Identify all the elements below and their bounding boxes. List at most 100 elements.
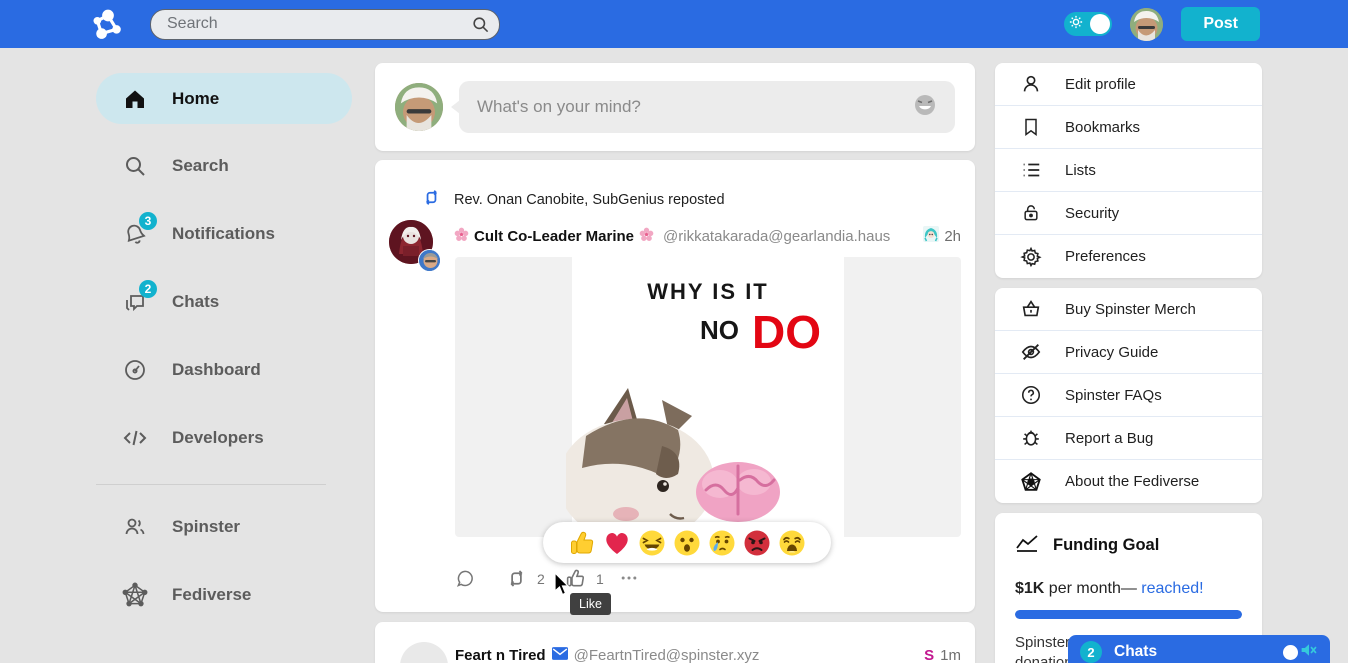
spinster-app: Post Home Search — [0, 0, 1348, 663]
question-circle-icon — [1019, 383, 1043, 407]
list-icon — [1019, 158, 1043, 182]
repost-note: Rev. Onan Canobite, SubGenius reposted — [422, 188, 725, 211]
sidebar-item-chats[interactable]: 2 Chats — [96, 278, 352, 326]
menu-item-faqs[interactable]: Spinster FAQs — [995, 374, 1262, 417]
sidebar-item-dashboard[interactable]: Dashboard — [96, 346, 352, 394]
heart-emoji[interactable] — [603, 529, 631, 557]
post-button[interactable]: Post — [1181, 7, 1260, 41]
thumbs-up-emoji[interactable] — [568, 529, 596, 557]
menu-item-preferences[interactable]: Preferences — [995, 235, 1262, 278]
meme-text-line1: WHY IS IT — [572, 279, 844, 305]
theme-toggle[interactable] — [1064, 12, 1112, 36]
funding-progress-fill — [1015, 610, 1242, 619]
sidebar-item-search[interactable]: Search — [96, 142, 352, 190]
next-post-timestamp[interactable]: 1m — [940, 647, 961, 663]
menu-item-edit-profile[interactable]: Edit profile — [995, 63, 1262, 106]
speaker-muted-icon — [1300, 642, 1318, 663]
bell-icon: 3 — [122, 221, 148, 247]
instance-badge-icon: S — [924, 647, 934, 663]
info-menu: Buy Spinster Merch Privacy Guide Spins — [995, 288, 1262, 503]
menu-item-label: Bookmarks — [1065, 119, 1140, 136]
next-post-avatar[interactable] — [400, 642, 448, 663]
repost-button[interactable]: 2 — [506, 568, 545, 589]
meme-text-line2: NO — [700, 315, 739, 346]
menu-item-label: Edit profile — [1065, 76, 1136, 93]
crying-emoji[interactable] — [708, 529, 736, 557]
reaction-picker — [543, 522, 831, 563]
post-timestamp[interactable]: 2h — [944, 228, 961, 245]
menu-item-bookmarks[interactable]: Bookmarks — [995, 106, 1262, 149]
menu-item-report-bug[interactable]: Report a Bug — [995, 417, 1262, 460]
sidebar-item-label: Notifications — [172, 224, 275, 244]
chats-sound-toggle[interactable] — [1283, 642, 1318, 663]
sidebar-item-developers[interactable]: Developers — [96, 414, 352, 462]
composer-placeholder: What's on your mind? — [477, 97, 913, 117]
funding-goal-line: $1K per month— reached! — [1015, 580, 1242, 598]
chat-bubbles-icon: 2 — [122, 289, 148, 315]
current-user-avatar[interactable] — [1130, 8, 1163, 41]
next-post-header: Feart n Tired @FeartnTired@spinster.xyz … — [455, 647, 961, 663]
like-button[interactable]: 1 — [565, 568, 604, 589]
emoji-picker-icon[interactable] — [913, 93, 937, 122]
menu-item-privacy-guide[interactable]: Privacy Guide — [995, 331, 1262, 374]
post-media[interactable]: WHY IS IT NO DO — [455, 257, 961, 537]
next-post-card[interactable]: Feart n Tired @FeartnTired@spinster.xyz … — [375, 622, 975, 663]
post-actions: 2 1 — [375, 564, 975, 604]
menu-item-about-fediverse[interactable]: About the Fediverse — [995, 460, 1262, 503]
reposter-mini-avatar[interactable] — [418, 249, 441, 272]
sidebar-item-home[interactable]: Home — [96, 73, 352, 124]
funding-reached-link[interactable]: reached! — [1141, 580, 1203, 597]
fediverse-icon — [122, 582, 148, 608]
composer-avatar[interactable] — [395, 83, 443, 131]
search-input[interactable] — [150, 9, 500, 40]
eye-slash-icon — [1019, 340, 1043, 364]
person-icon — [1019, 72, 1043, 96]
post-author-name[interactable]: Cult Co-Leader Marine — [474, 228, 634, 245]
menu-item-lists[interactable]: Lists — [995, 149, 1262, 192]
search-icon[interactable] — [471, 15, 490, 39]
sun-icon — [1069, 15, 1083, 34]
miku-custom-emoji-icon — [923, 226, 939, 246]
sidebar-divider — [96, 484, 326, 485]
sidebar-item-spinster[interactable]: Spinster — [96, 503, 352, 551]
composer-input[interactable]: What's on your mind? — [459, 81, 955, 133]
speedometer-icon — [122, 357, 148, 383]
weary-emoji[interactable] — [778, 529, 806, 557]
angry-emoji[interactable] — [743, 529, 771, 557]
menu-item-label: Lists — [1065, 162, 1096, 179]
post-card[interactable]: Rev. Onan Canobite, SubGenius reposted — [375, 160, 975, 612]
spinster-logo-icon[interactable] — [90, 7, 130, 41]
post-author-handle[interactable]: @rikkatakarada@gearlandia.haus — [663, 228, 890, 245]
account-menu: Edit profile Bookmarks Lists — [995, 63, 1262, 278]
menu-item-buy-merch[interactable]: Buy Spinster Merch — [995, 288, 1262, 331]
surprised-emoji[interactable] — [673, 529, 701, 557]
next-post-author-handle[interactable]: @FeartnTired@spinster.xyz — [574, 647, 760, 663]
sidebar-item-label: Home — [172, 89, 219, 109]
sidebar-item-label: Chats — [172, 292, 219, 312]
sound-toggle-knob — [1283, 645, 1298, 660]
cherry-blossom-icon — [454, 227, 469, 246]
more-options-button[interactable] — [618, 568, 640, 588]
code-icon — [122, 425, 148, 451]
sidebar-item-label: Dashboard — [172, 360, 261, 380]
chats-unread-badge: 2 — [1080, 641, 1102, 663]
chats-panel-bar[interactable]: 2 Chats — [1068, 635, 1330, 663]
header-search — [150, 9, 500, 40]
sidebar-item-notifications[interactable]: 3 Notifications — [96, 210, 352, 258]
menu-item-security[interactable]: Security — [995, 192, 1262, 235]
like-count: 1 — [596, 571, 604, 587]
brain-illustration — [692, 454, 784, 531]
sidebar-item-fediverse[interactable]: Fediverse — [96, 571, 352, 619]
reply-button[interactable] — [455, 568, 475, 588]
sidebar-item-label: Search — [172, 156, 229, 176]
laughing-emoji[interactable] — [638, 529, 666, 557]
basket-icon — [1019, 297, 1043, 321]
funding-title: Funding Goal — [1053, 536, 1159, 555]
chats-panel-label: Chats — [1114, 643, 1157, 661]
sidebar-item-label: Developers — [172, 428, 264, 448]
composer-card: What's on your mind? — [375, 63, 975, 151]
lock-icon — [1019, 201, 1043, 225]
next-post-author-name[interactable]: Feart n Tired — [455, 647, 546, 663]
toggle-knob — [1090, 14, 1110, 34]
bookmark-icon — [1019, 115, 1043, 139]
